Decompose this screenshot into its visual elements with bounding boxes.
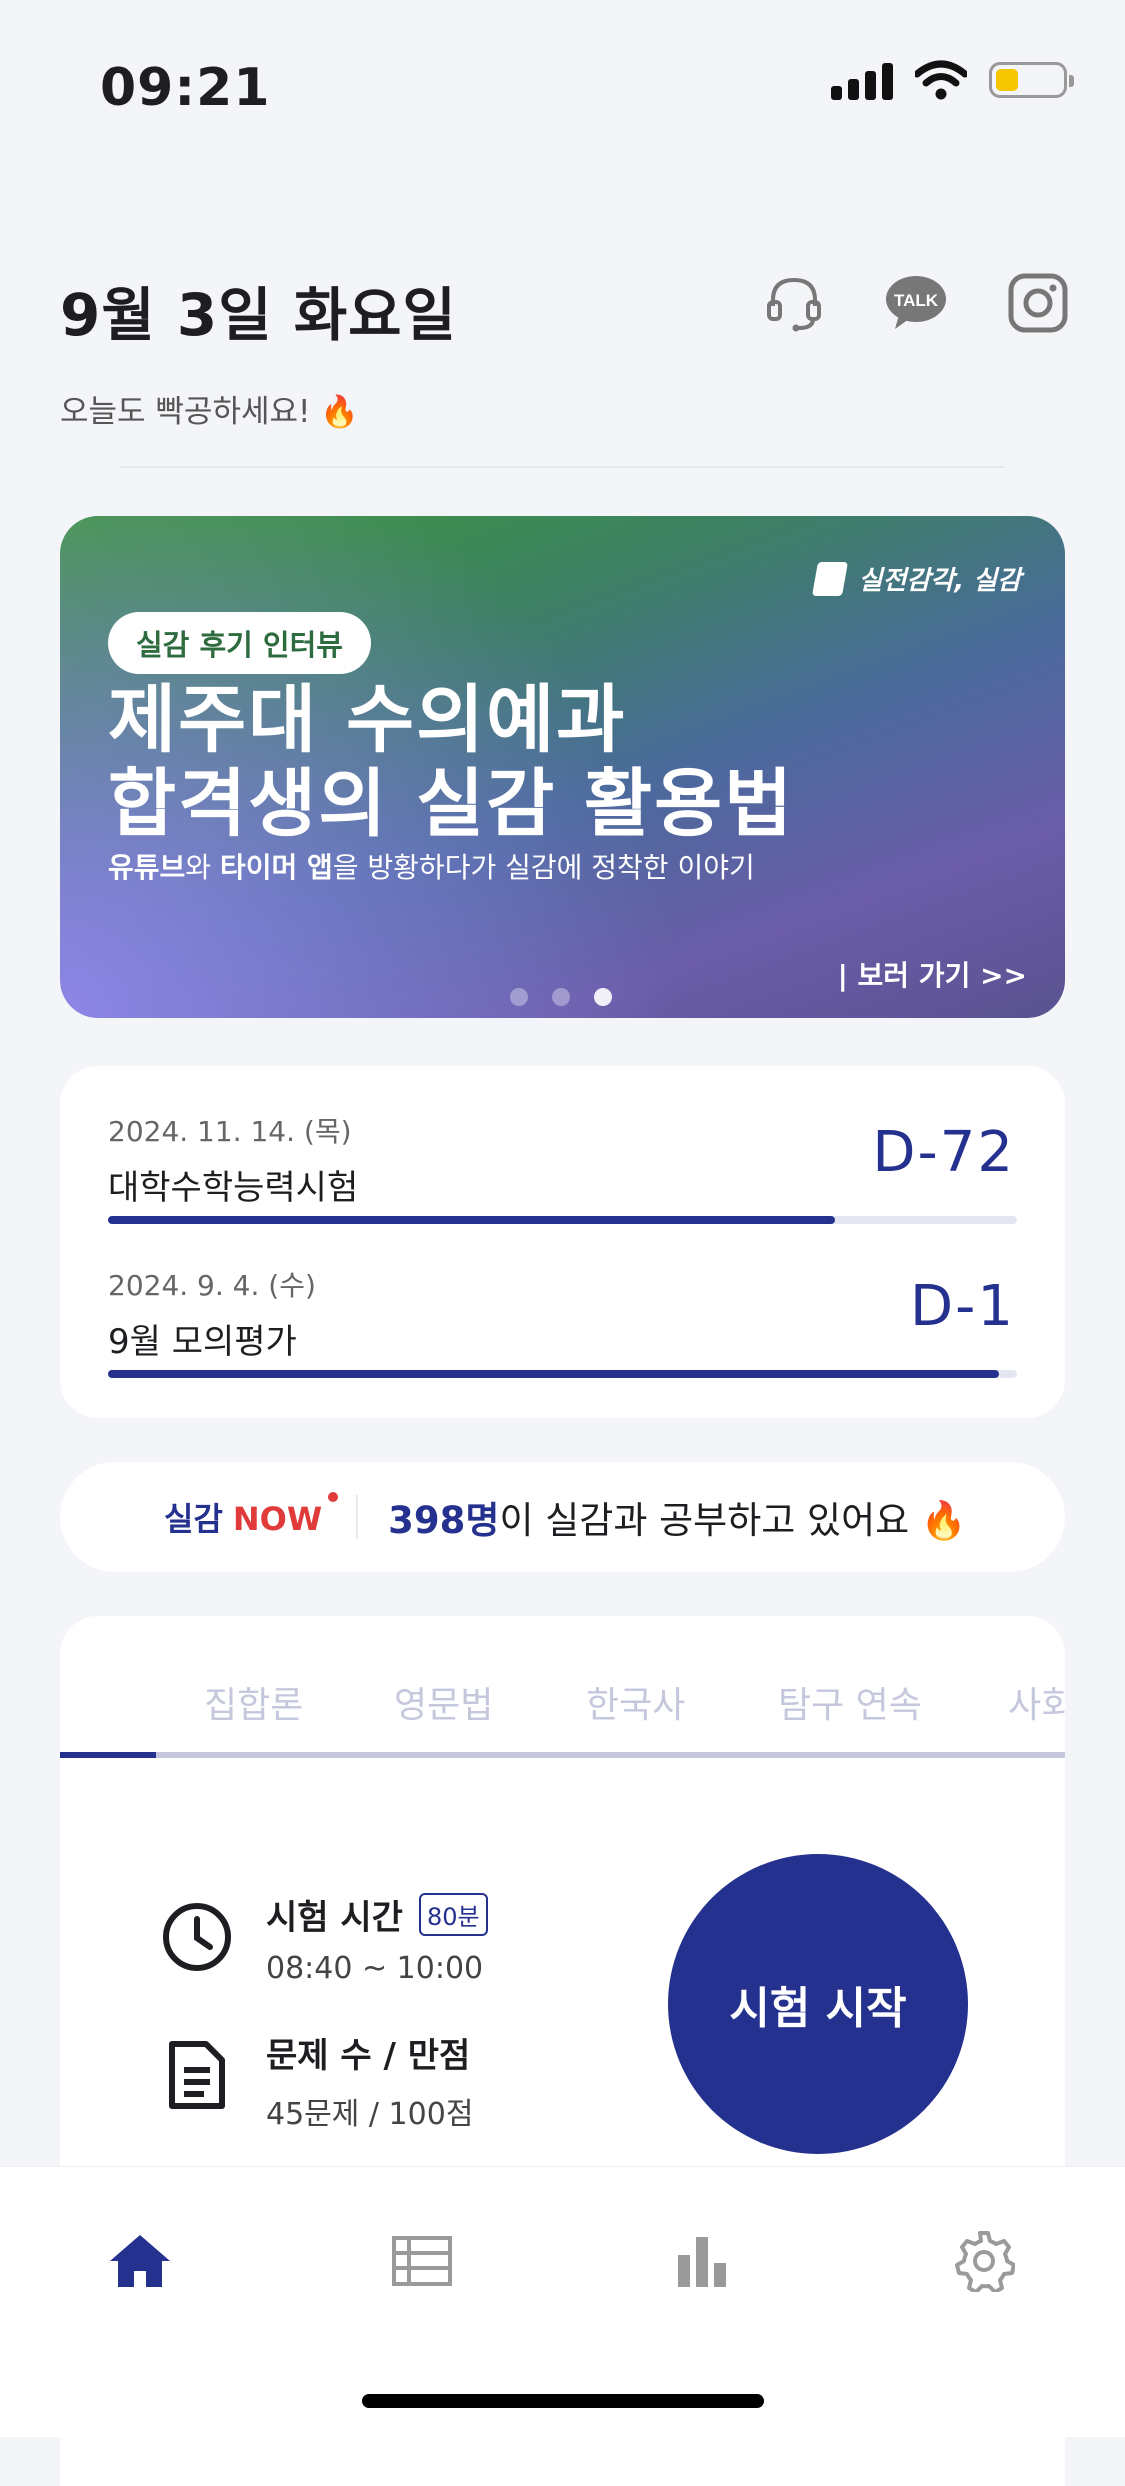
status-icons <box>831 60 1074 100</box>
brand-logo-icon <box>811 561 848 596</box>
home-icon <box>110 2235 170 2287</box>
talk-label: TALK <box>894 291 939 310</box>
carousel-dot-active[interactable] <box>594 988 612 1006</box>
now-text: NOW <box>232 1500 323 1538</box>
header-actions: TALK <box>759 268 1073 338</box>
now-brand: 실감 <box>164 1500 223 1538</box>
dday-item[interactable]: 2024. 9. 4. (수) 9월 모의평가 D-1 <box>108 1264 1017 1378</box>
live-users-message: 이 실감과 공부하고 있어요 🔥 <box>499 1499 968 1542</box>
dday-progress-track <box>108 1216 1017 1224</box>
nav-home[interactable] <box>100 2221 180 2301</box>
tab-active-indicator <box>60 1752 156 1758</box>
nav-settings[interactable] <box>944 2221 1024 2301</box>
dday-card[interactable]: 2024. 11. 14. (목) 대학수학능력시험 D-72 2024. 9.… <box>60 1066 1065 1418</box>
nav-stats[interactable] <box>662 2221 742 2301</box>
subject-tabs: 집합론 영문법 한국사 탐구 연속 사회 <box>60 1676 1065 1732</box>
document-icon <box>169 2041 225 2109</box>
instagram-icon[interactable] <box>1003 268 1073 338</box>
stats-icon <box>678 2237 726 2287</box>
page-title: 9월 3일 화요일 <box>60 281 457 349</box>
nav-list[interactable] <box>382 2221 462 2301</box>
wifi-icon <box>915 60 967 100</box>
desc-text-1: 와 <box>185 851 220 884</box>
tab-subject[interactable]: 집합론 <box>204 1676 303 1728</box>
banner-brand: 실전감각, 실감 <box>811 560 1021 597</box>
dday-date: 2024. 9. 4. (수) <box>108 1269 316 1302</box>
live-users-count: 398명 <box>388 1499 500 1542</box>
header-divider <box>120 466 1005 468</box>
list-icon <box>392 2236 452 2286</box>
carousel-dot[interactable] <box>510 988 528 1006</box>
promo-banner[interactable]: 실전감각, 실감 실감 후기 인터뷰 제주대 수의예과 합격생의 실감 활용법 … <box>60 516 1065 1018</box>
headset-icon[interactable] <box>759 268 829 338</box>
tab-subject[interactable]: 탐구 연속 <box>778 1676 922 1728</box>
signal-icon <box>831 60 893 100</box>
battery-icon <box>989 62 1074 98</box>
tab-scroll-track <box>60 1752 1065 1758</box>
live-users-bar[interactable]: 실감 NOW 398명이 실감과 공부하고 있어요 🔥 <box>60 1462 1065 1572</box>
live-dot-icon <box>328 1492 339 1502</box>
desc-bold-1: 유튜브 <box>108 851 186 884</box>
brand-name: 실전감각, 실감 <box>858 566 1021 596</box>
exam-questions-info: 문제 수 / 만점 45문제 / 100점 <box>160 2028 473 2133</box>
tab-subject[interactable]: 한국사 <box>586 1676 685 1728</box>
banner-description: 유튜브와 타이머 앱을 방황하다가 실감에 정착한 이야기 <box>108 846 755 886</box>
carousel-dots <box>510 988 612 1006</box>
status-time: 09:21 <box>100 58 271 118</box>
dday-progress-fill <box>108 1216 836 1224</box>
dday-name: 9월 모의평가 <box>108 1322 297 1362</box>
kakao-talk-icon[interactable]: TALK <box>881 268 951 338</box>
tab-subject[interactable]: 사회 <box>1008 1676 1065 1728</box>
banner-title-line1: 제주대 수의예과 <box>108 677 627 763</box>
dday-count: D-72 <box>872 1120 1015 1185</box>
clock-icon <box>163 1903 231 1971</box>
home-indicator <box>362 2394 764 2408</box>
exam-time-title: 시험 시간 <box>266 1898 403 1938</box>
dday-item[interactable]: 2024. 11. 14. (목) 대학수학능력시험 D-72 <box>108 1110 1017 1224</box>
desc-text-2: 을 방황하다가 실감에 정착한 이야기 <box>332 851 755 884</box>
carousel-dot[interactable] <box>552 988 570 1006</box>
exam-duration-badge: 80분 <box>418 1893 488 1936</box>
exam-time-value: 08:40 ~ 10:00 <box>266 1951 484 1986</box>
desc-bold-2: 타이머 앱 <box>219 851 333 884</box>
tab-subject[interactable]: 영문법 <box>394 1676 493 1728</box>
dday-count: D-1 <box>910 1274 1015 1339</box>
banner-title: 제주대 수의예과 합격생의 실감 활용법 <box>108 678 794 846</box>
start-exam-button[interactable]: 시험 시작 <box>668 1854 968 2154</box>
banner-view-link[interactable]: | 보러 가기 >> <box>838 954 1027 994</box>
settings-icon <box>955 2231 1015 2292</box>
banner-tag: 실감 후기 인터뷰 <box>108 612 371 674</box>
dday-progress-track <box>108 1370 1017 1378</box>
banner-title-line2: 합격생의 실감 활용법 <box>108 761 795 847</box>
greeting-text: 오늘도 빡공하세요! 🔥 <box>60 394 359 430</box>
exam-questions-value: 45문제 / 100점 <box>266 2097 474 2132</box>
exam-questions-title: 문제 수 / 만점 <box>266 2036 471 2076</box>
dday-progress-fill <box>108 1370 999 1378</box>
now-label: 실감 NOW <box>164 1492 339 1540</box>
live-users-text: 398명이 실감과 공부하고 있어요 🔥 <box>388 1490 967 1544</box>
now-separator <box>356 1495 359 1539</box>
exam-time-info: 시험 시간 80분 08:40 ~ 10:00 <box>160 1890 488 1986</box>
